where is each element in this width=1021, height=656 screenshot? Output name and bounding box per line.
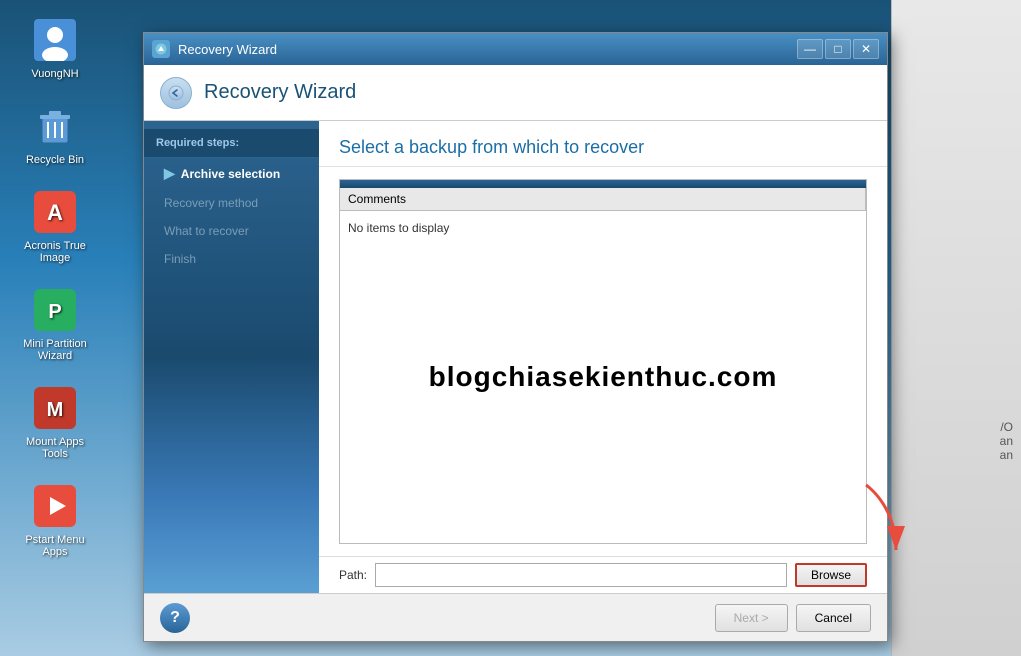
sidebar-item-archive-selection[interactable]: ▶ Archive selection — [144, 158, 319, 189]
table-header-bar — [340, 180, 866, 188]
window-body: Required steps: ▶ Archive selection Reco… — [144, 121, 887, 593]
vuongnh-icon — [31, 16, 79, 64]
svg-text:M: M — [47, 399, 64, 421]
desktop-icon-recycle-bin[interactable]: Recycle Bin — [10, 96, 100, 172]
sidebar-item-finish: Finish — [144, 245, 319, 273]
window-header: Recovery Wizard — [144, 65, 887, 121]
recycle-bin-icon — [31, 102, 79, 150]
svg-text:P: P — [48, 301, 61, 323]
required-steps-label: Required steps: — [144, 129, 319, 158]
help-button[interactable]: ? — [160, 603, 190, 633]
path-label: Path: — [339, 568, 367, 582]
title-bar: Recovery Wizard — □ ✕ — [144, 33, 887, 65]
mount-apps-label: Mount Apps Tools — [14, 436, 96, 460]
footer-left: ? — [160, 603, 190, 633]
desktop-icon-pstart[interactable]: Pstart Menu Apps — [10, 476, 100, 564]
desktop-icon-acronis[interactable]: A Acronis True Image — [10, 182, 100, 270]
next-button[interactable]: Next > — [715, 604, 788, 632]
table-body: No items to display blogchiasekienthuc.c… — [340, 211, 866, 543]
path-input[interactable] — [375, 563, 787, 587]
window-footer: ? Next > Cancel — [144, 593, 887, 641]
minimize-button[interactable]: — — [797, 39, 823, 59]
background-window: /Oanan — [891, 0, 1021, 656]
sidebar-label-archive: Archive selection — [181, 167, 280, 181]
sidebar-label-recovery-method: Recovery method — [164, 196, 258, 210]
bg-text: /Oanan — [1000, 420, 1013, 462]
title-bar-buttons: — □ ✕ — [797, 39, 879, 59]
footer-right: Next > Cancel — [715, 604, 871, 632]
title-bar-text: Recovery Wizard — [178, 42, 789, 57]
acronis-label: Acronis True Image — [14, 240, 96, 264]
back-button[interactable] — [160, 77, 192, 109]
watermark-text: blogchiasekienthuc.com — [429, 361, 778, 393]
path-row: Path: Browse — [319, 556, 887, 593]
close-button[interactable]: ✕ — [853, 39, 879, 59]
desktop-icon-mini-partition[interactable]: P Mini Partition Wizard — [10, 280, 100, 368]
comments-column-header: Comments — [340, 188, 866, 210]
active-arrow-icon: ▶ — [164, 165, 175, 182]
mini-partition-label: Mini Partition Wizard — [14, 338, 96, 362]
content-header: Select a backup from which to recover — [319, 121, 887, 167]
backup-table: Comments No items to display blogchiasek… — [339, 179, 867, 544]
maximize-button[interactable]: □ — [825, 39, 851, 59]
sidebar-label-finish: Finish — [164, 252, 196, 266]
pstart-icon — [31, 482, 79, 530]
recovery-wizard-window: Recovery Wizard — □ ✕ Recovery Wizard Re… — [143, 32, 888, 642]
no-items-text: No items to display — [348, 219, 858, 237]
mount-apps-icon: M — [31, 384, 79, 432]
browse-button[interactable]: Browse — [795, 563, 867, 587]
acronis-icon: A — [31, 188, 79, 236]
sidebar-label-what-to-recover: What to recover — [164, 224, 249, 238]
svg-text:A: A — [47, 200, 63, 225]
sidebar-item-recovery-method: Recovery method — [144, 189, 319, 217]
content-title: Select a backup from which to recover — [339, 137, 644, 157]
pstart-label: Pstart Menu Apps — [14, 534, 96, 558]
desktop: VuongNH Recycle Bin A Acronis True Image — [0, 0, 110, 656]
desktop-icon-mount-apps[interactable]: M Mount Apps Tools — [10, 378, 100, 466]
recycle-bin-label: Recycle Bin — [26, 154, 84, 166]
sidebar: Required steps: ▶ Archive selection Reco… — [144, 121, 319, 593]
table-columns: Comments — [340, 188, 866, 211]
window-header-title: Recovery Wizard — [204, 81, 356, 104]
window-icon — [152, 40, 170, 58]
mini-partition-icon: P — [31, 286, 79, 334]
desktop-icon-vuongnh[interactable]: VuongNH — [10, 10, 100, 86]
vuongnh-label: VuongNH — [31, 68, 78, 80]
content-area: Select a backup from which to recover Co… — [319, 121, 887, 593]
sidebar-item-what-to-recover: What to recover — [144, 217, 319, 245]
cancel-button[interactable]: Cancel — [796, 604, 871, 632]
